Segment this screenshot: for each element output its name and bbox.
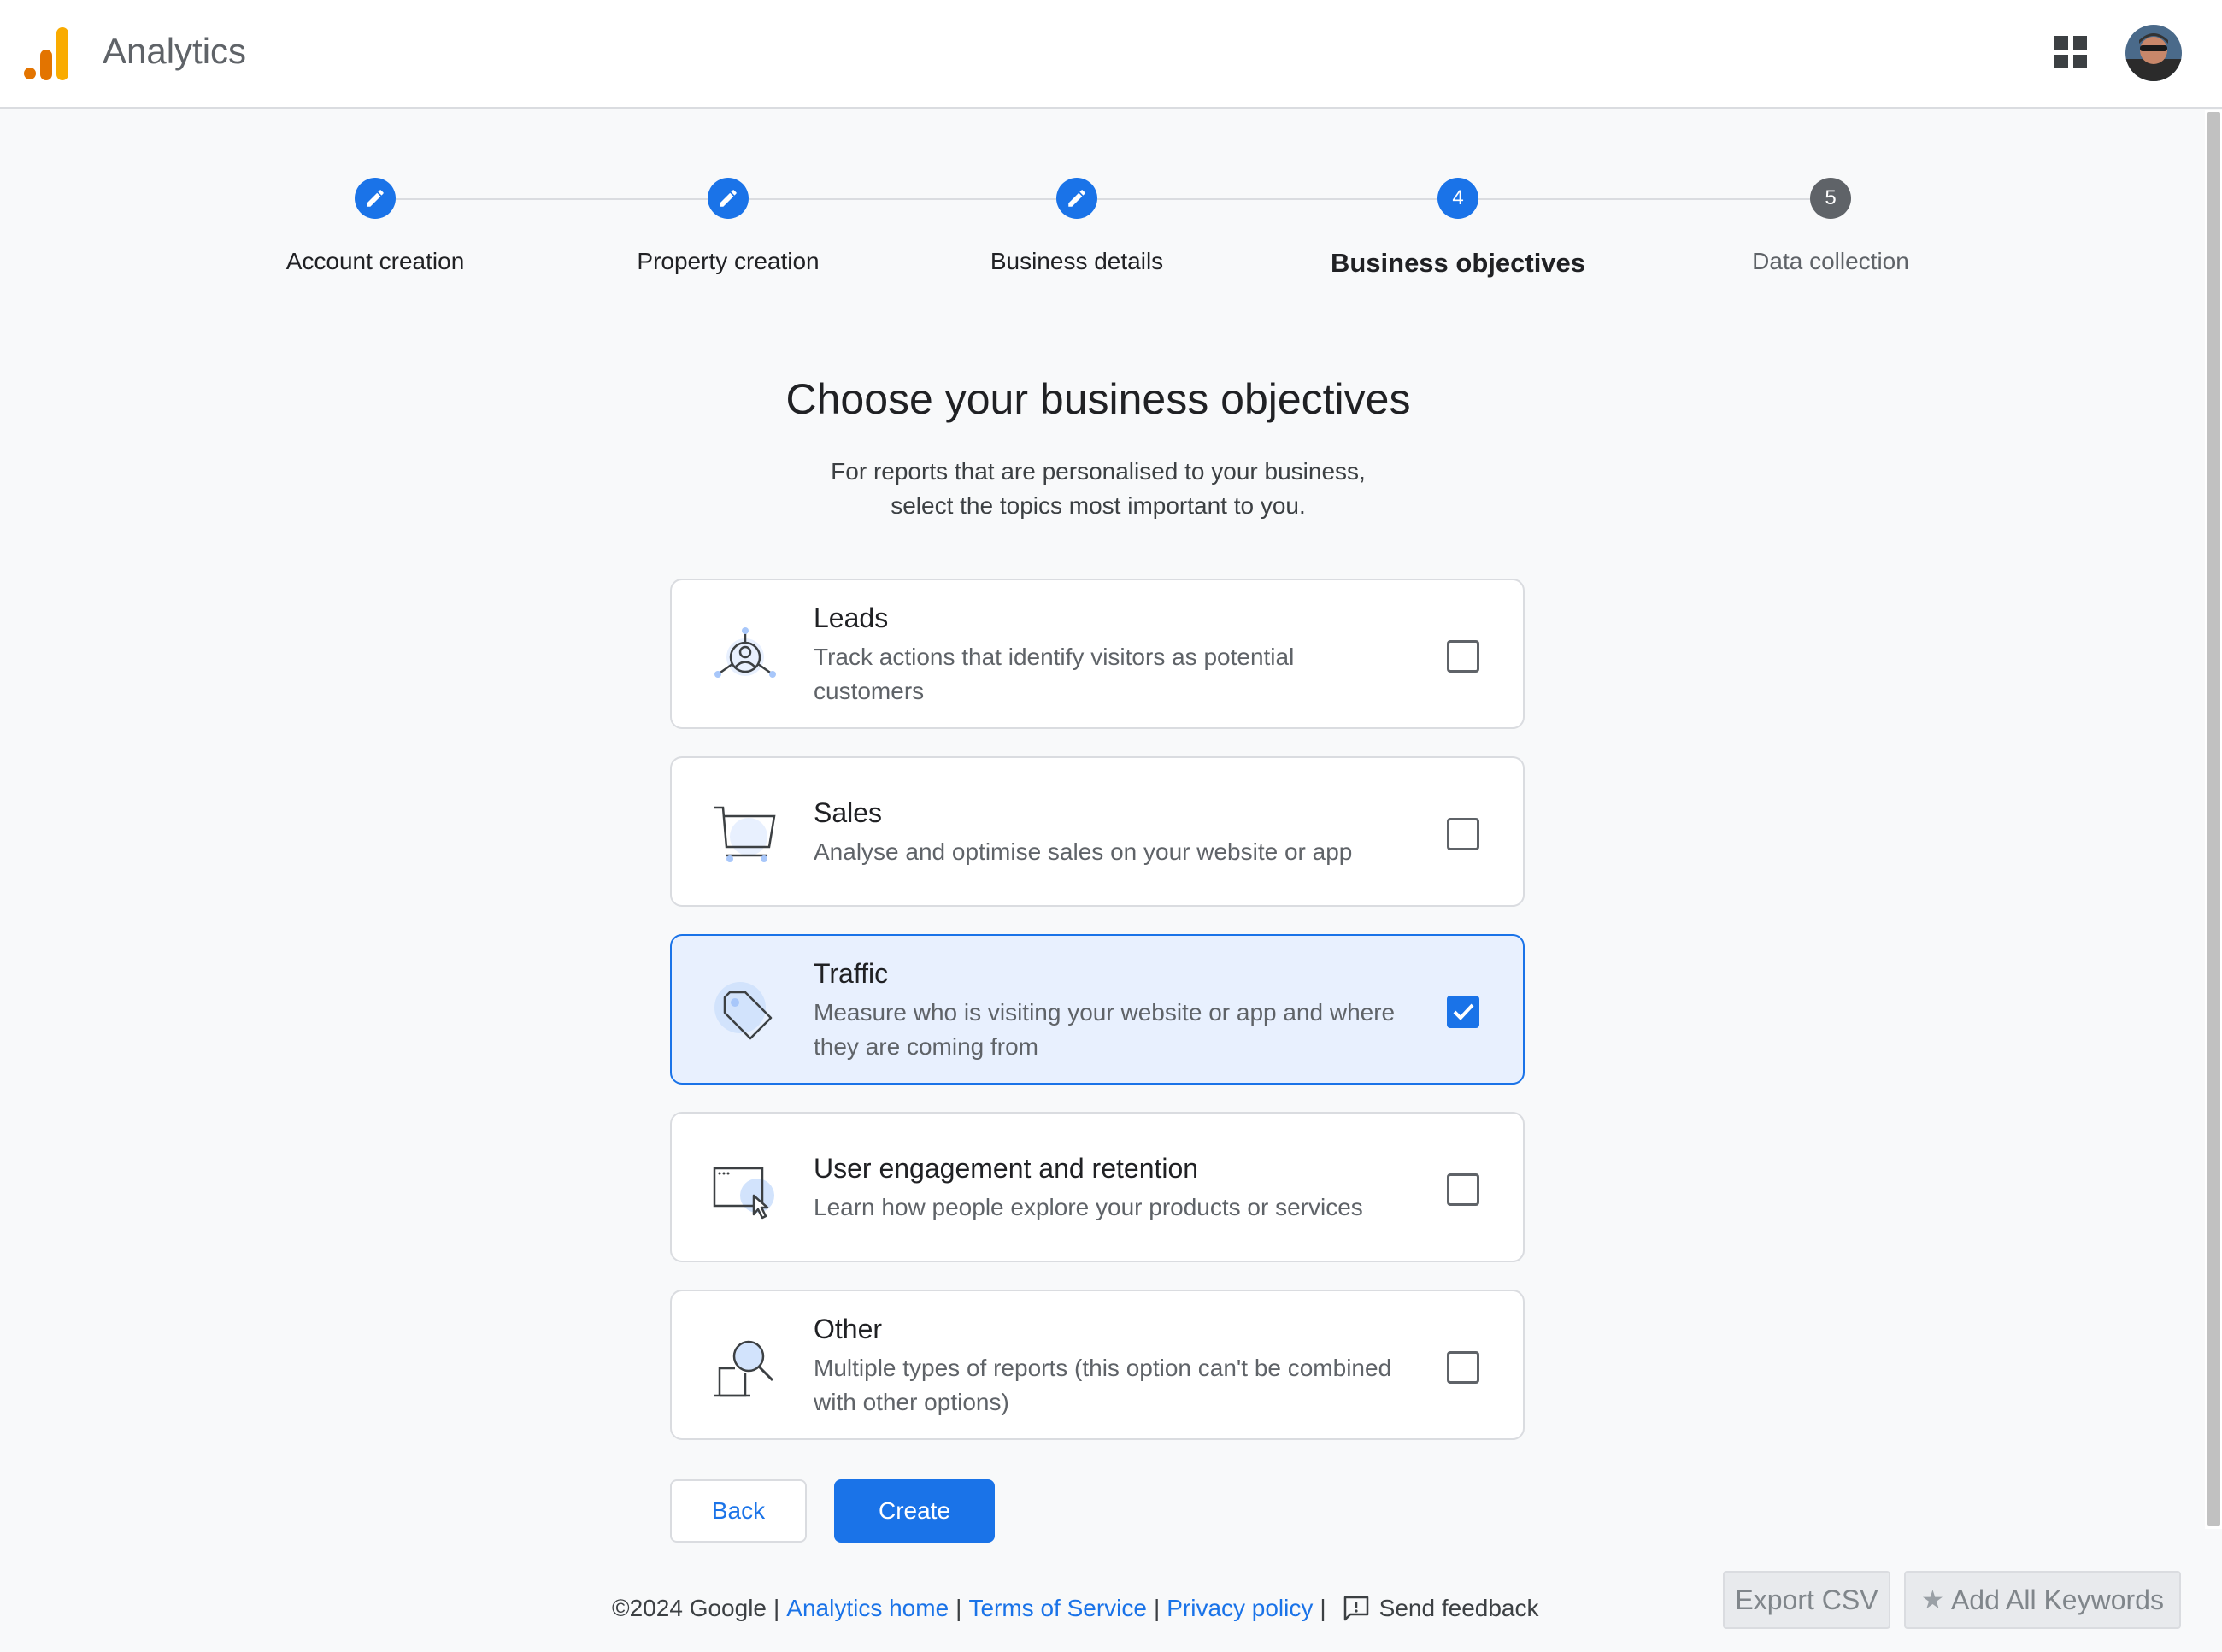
step-3-edit-icon[interactable] [1056, 178, 1097, 219]
subtitle-line: For reports that are personalised to you… [831, 458, 1366, 485]
pencil-icon [1068, 190, 1085, 207]
step-4-marker: 4 [1437, 178, 1478, 219]
step-label-data-collection: Data collection [1752, 248, 1909, 274]
add-all-keywords-label: Add All Keywords [1950, 1584, 2164, 1615]
footer-link-privacy[interactable]: Privacy policy [1167, 1595, 1313, 1622]
footer-separator: | [955, 1595, 962, 1621]
objective-card-user-engagement[interactable]: User engagement and retention Learn how … [670, 1112, 1525, 1262]
analytics-logo-icon[interactable] [24, 27, 72, 80]
footer-separator: | [1320, 1595, 1326, 1621]
objective-card-leads[interactable]: Leads Track actions that identify visito… [670, 579, 1525, 729]
back-button[interactable]: Back [670, 1479, 807, 1543]
star-icon: ★ [1921, 1585, 1944, 1614]
apps-grid-icon[interactable] [2054, 36, 2089, 70]
objective-description: Track actions that identify visitors as … [814, 640, 1429, 708]
subtitle-line: select the topics most important to you. [891, 492, 1306, 519]
objective-checkbox-leads[interactable] [1447, 640, 1479, 673]
stepper-connector [396, 198, 708, 200]
objective-desc-line: Measure who is visiting your website or … [814, 999, 1396, 1026]
footer-separator: | [1153, 1595, 1161, 1621]
objective-checkbox-sales[interactable] [1447, 818, 1479, 850]
step-label-property-creation[interactable]: Property creation [557, 248, 899, 275]
objective-title: Leads [814, 603, 889, 633]
stepper-connector [1097, 198, 1437, 200]
objective-description: Measure who is visiting your website or … [814, 996, 1429, 1064]
objective-description: Multiple types of reports (this option c… [814, 1351, 1429, 1420]
objective-desc-line: customers [814, 678, 925, 704]
page-subtitle: For reports that are personalised to you… [598, 455, 1598, 523]
avatar-photo-icon [2125, 25, 2182, 81]
objective-title: Other [814, 1314, 883, 1344]
step-1-edit-icon[interactable] [355, 178, 396, 219]
footer-copyright: ©2024 Google [612, 1595, 767, 1621]
footer-send-feedback[interactable]: Send feedback [1379, 1595, 1539, 1622]
objective-checkbox-traffic[interactable] [1447, 996, 1479, 1028]
objective-card-traffic[interactable]: Traffic Measure who is visiting your web… [670, 934, 1525, 1085]
objective-card-other[interactable]: Other Multiple types of reports (this op… [670, 1290, 1525, 1440]
objective-title: Sales [814, 797, 883, 828]
magnifier-icon [714, 1340, 774, 1397]
objective-description: Learn how people explore your products o… [814, 1190, 1429, 1225]
add-all-keywords-button[interactable]: ★ Add All Keywords [1904, 1571, 2181, 1629]
page-title: Choose your business objectives [785, 375, 1411, 423]
objective-description: Analyse and optimise sales on your websi… [814, 835, 1429, 869]
top-app-bar: Analytics [0, 0, 2222, 109]
step-2-edit-icon[interactable] [708, 178, 749, 219]
footer-link-terms[interactable]: Terms of Service [968, 1595, 1147, 1622]
step-5-marker: 5 [1810, 178, 1851, 219]
app-title: Analytics [103, 31, 247, 71]
objective-desc-line: Learn how people explore your products o… [814, 1194, 1363, 1220]
window-cursor-icon [713, 1167, 774, 1220]
step-label-business-objectives: Business objectives [1330, 248, 1586, 278]
objective-checkbox-other[interactable] [1447, 1351, 1479, 1384]
page-footer: ©2024 Google | Analytics home | Terms of… [612, 1595, 1538, 1622]
objective-title: User engagement and retention [814, 1153, 1199, 1184]
leads-target-icon [714, 627, 776, 678]
step-label-account-creation[interactable]: Account creation [204, 248, 546, 275]
step-label-business-details[interactable]: Business details [906, 248, 1248, 275]
stepper-connector [1478, 198, 1810, 200]
objective-desc-line: they are coming from [814, 1033, 1038, 1060]
export-csv-button[interactable]: Export CSV [1723, 1571, 1890, 1629]
objective-title: Traffic [814, 958, 889, 989]
footer-separator: | [773, 1595, 780, 1621]
objective-card-sales[interactable]: Sales Analyse and optimise sales on your… [670, 756, 1525, 907]
tag-icon [714, 982, 773, 1040]
shopping-cart-icon [714, 806, 776, 862]
feedback-icon[interactable] [1342, 1595, 1371, 1622]
user-avatar[interactable] [2125, 25, 2182, 81]
objective-checkbox-user-engagement[interactable] [1447, 1173, 1479, 1206]
scrollbar-thumb[interactable] [2207, 112, 2220, 1526]
pencil-icon [720, 190, 737, 207]
objective-desc-line: Analyse and optimise sales on your websi… [814, 838, 1353, 865]
footer-link-analytics-home[interactable]: Analytics home [786, 1595, 949, 1622]
objective-desc-line: with other options) [814, 1389, 1009, 1415]
create-button[interactable]: Create [834, 1479, 995, 1543]
pencil-icon [367, 190, 384, 207]
stepper-connector [749, 198, 1056, 200]
objective-desc-line: Multiple types of reports (this option c… [814, 1355, 1392, 1381]
checkmark-icon [1453, 1003, 1474, 1020]
objective-desc-line: Track actions that identify visitors as … [814, 644, 1295, 670]
